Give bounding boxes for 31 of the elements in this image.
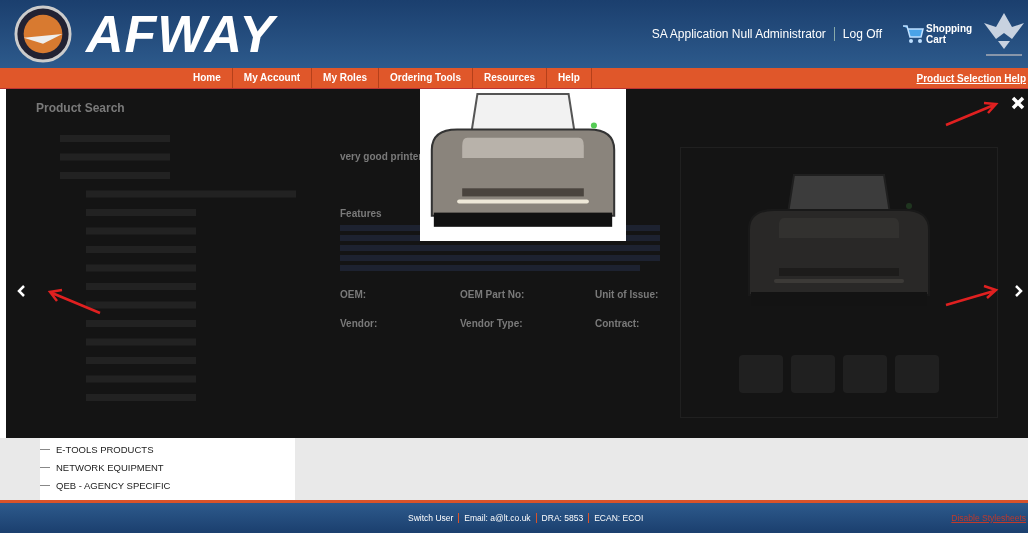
field-label: Contract:	[595, 318, 641, 329]
nav-link[interactable]: Ordering Tools	[379, 68, 473, 88]
footer-text: DRA: 5853	[541, 513, 584, 523]
field-label: OEM Part No:	[460, 289, 526, 300]
annotation-arrow	[944, 99, 1000, 129]
help-link[interactable]: Product Selection Help	[916, 72, 1028, 84]
nav-link[interactable]: Home	[182, 68, 233, 88]
nav-link[interactable]: My Account	[232, 68, 313, 88]
tree-item[interactable]: NETWORK EQUIPMENT	[56, 461, 164, 473]
annotation-arrow	[46, 287, 102, 317]
nav-link[interactable]: Help	[547, 68, 592, 88]
emblem-logo-icon	[14, 5, 72, 63]
nav-link[interactable]: My Roles	[312, 68, 379, 88]
footer-text[interactable]: Switch User	[408, 513, 454, 523]
field-label: Vendor Type:	[460, 318, 524, 329]
field-label: Vendor:	[340, 318, 379, 329]
tree-item[interactable]: QEB - AGENCY SPECIFIC	[56, 479, 171, 491]
page-title: Product Search	[36, 101, 126, 115]
footer-text: ECAN: ECOI	[594, 513, 644, 523]
close-icon[interactable]	[1010, 95, 1026, 111]
features-heading: Features	[340, 208, 383, 219]
log-off-link[interactable]: Log Off	[842, 27, 882, 41]
user-name: SA Application Null Administrator	[651, 27, 826, 41]
product-name: very good printer	[340, 151, 424, 162]
cart-icon[interactable]	[902, 24, 924, 44]
tree-item[interactable]: E-TOOLS PRODUCTS	[56, 443, 154, 455]
footer-text: Email: a@lt.co.uk	[464, 513, 531, 523]
field-label: OEM:	[340, 289, 368, 300]
field-label: Unit of Issue:	[595, 289, 660, 300]
nav-link[interactable]: Resources	[472, 68, 548, 88]
shopping-cart-link[interactable]: Shopping Cart	[926, 23, 974, 45]
